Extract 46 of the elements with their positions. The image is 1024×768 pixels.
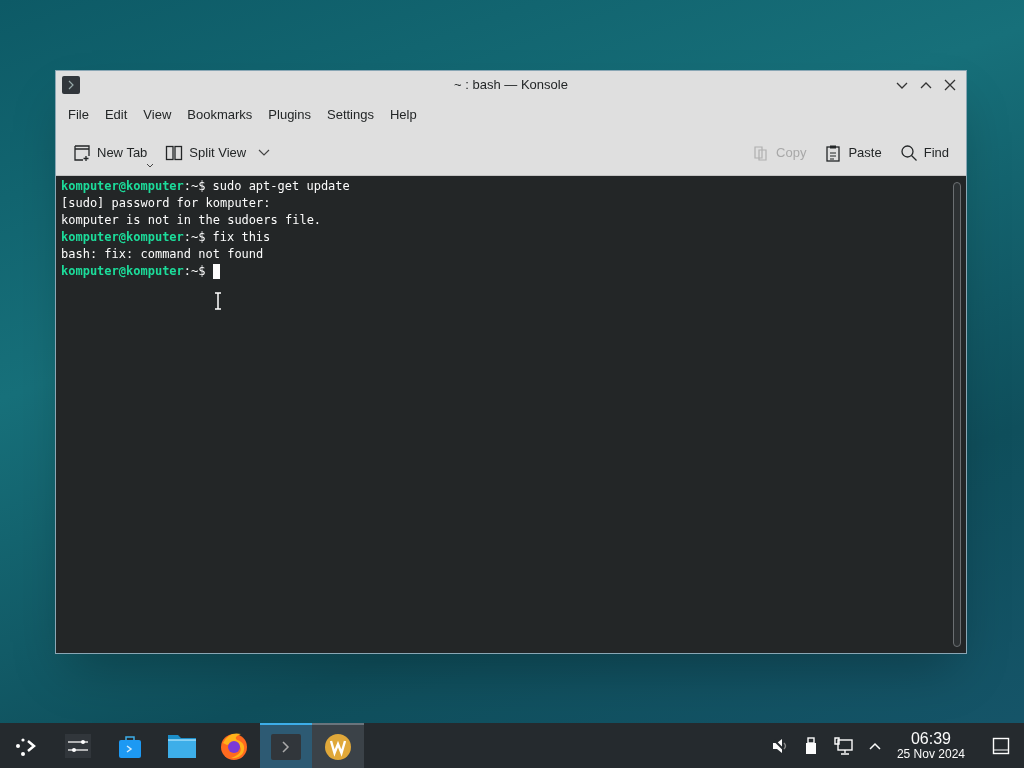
prompt-user: komputer@komputer xyxy=(61,263,184,280)
terminal-icon xyxy=(62,76,80,94)
menu-item[interactable]: Help xyxy=(381,102,425,128)
app-logo-icon xyxy=(324,732,352,761)
browser-icon xyxy=(219,730,249,761)
prompt-path: :~$ xyxy=(183,229,206,246)
window-title: ~ : bash — Konsole xyxy=(453,76,569,95)
new-tab-icon xyxy=(73,144,91,162)
terminal-icon xyxy=(271,733,301,760)
menu-item[interactable]: Edit xyxy=(96,102,136,128)
network-icon[interactable] xyxy=(832,736,853,755)
prompt-user: komputer@komputer xyxy=(61,178,184,195)
text-cursor-icon xyxy=(214,292,222,310)
find-button[interactable]: Find xyxy=(892,138,956,168)
search-icon xyxy=(899,144,918,162)
split-view-icon xyxy=(165,144,184,162)
command-text: fix this xyxy=(212,229,271,246)
scrollbar[interactable] xyxy=(953,182,961,647)
prompt-user: komputer@komputer xyxy=(61,229,184,246)
menu-item[interactable]: Plugins xyxy=(260,102,319,128)
close-icon[interactable] xyxy=(942,77,958,93)
taskbar-app[interactable] xyxy=(312,723,364,768)
output-text: komputer is not in the sudoers file. xyxy=(61,212,322,229)
menu-item[interactable]: File xyxy=(60,102,97,128)
paste-button[interactable]: Paste xyxy=(817,138,889,168)
clock-date[interactable]: 25 Nov 2024 xyxy=(896,748,965,760)
new-tab-button[interactable]: New Tab xyxy=(66,138,155,168)
prompt-path: :~$ xyxy=(183,263,206,280)
output-text: [sudo] password for komputer: xyxy=(61,195,271,212)
show-desktop-icon[interactable] xyxy=(992,736,1010,755)
folder-icon xyxy=(167,732,197,759)
split-view-button[interactable]: Split View xyxy=(158,138,278,168)
menu-item[interactable]: View xyxy=(135,102,180,128)
clipboard-icon xyxy=(824,144,843,162)
clock-time[interactable]: 06:39 xyxy=(910,731,951,747)
prompt-path: :~$ xyxy=(183,178,206,195)
chevron-down-icon xyxy=(258,149,271,157)
command-text: sudo apt-get update xyxy=(212,178,350,195)
menu-item[interactable]: Settings xyxy=(319,102,382,128)
muted-speaker-icon[interactable] xyxy=(770,736,789,755)
sliders-icon xyxy=(65,733,91,758)
usb-drive-icon[interactable] xyxy=(803,736,818,755)
menu-item[interactable]: Bookmarks xyxy=(179,102,261,128)
output-text: bash: fix: command not found xyxy=(61,246,264,263)
taskbar-app[interactable] xyxy=(260,723,312,768)
dropdown-indicator-icon xyxy=(147,163,154,168)
